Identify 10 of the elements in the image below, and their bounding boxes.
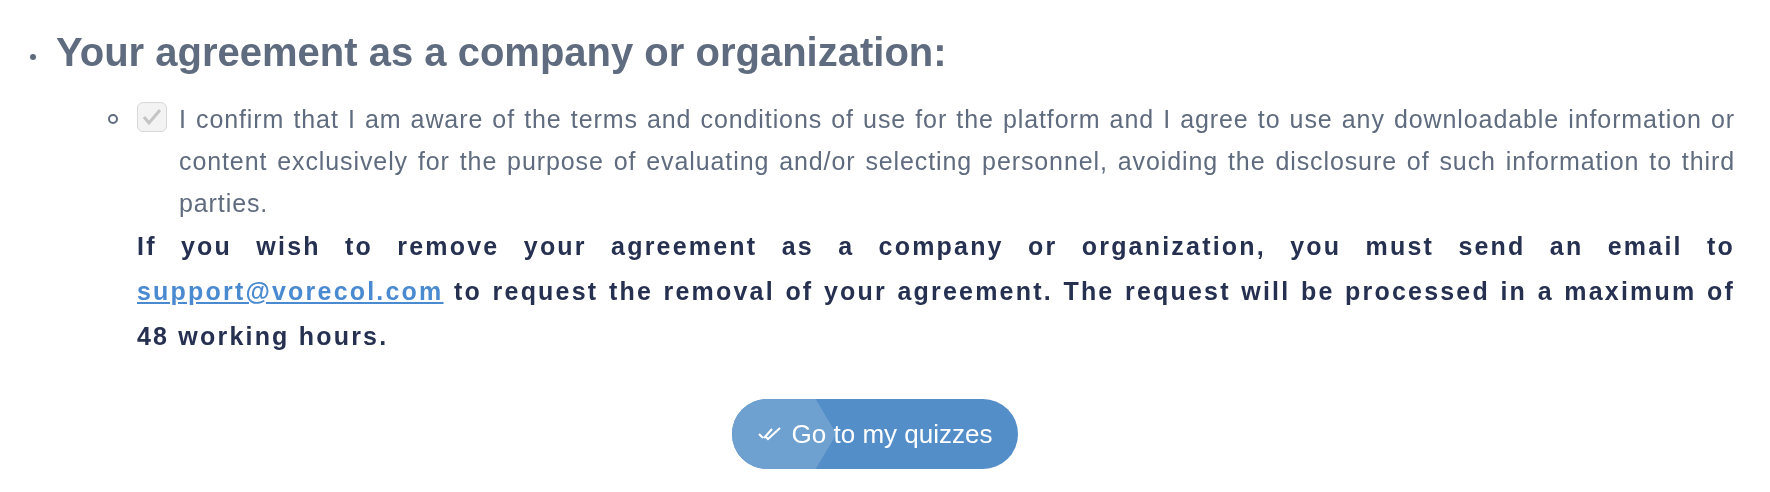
double-check-icon [757,426,782,442]
quizzes-button[interactable]: Go to my quizzes [731,399,1019,469]
section-heading: Your agreement as a company or organization: [56,29,947,76]
checkbox[interactable] [137,102,167,132]
list-bullet [108,114,118,124]
email-link[interactable]: support@vorecol.com [137,277,444,305]
agreement-text: I confirm that I am aware of the terms and conditions of use for the platform and I agree to use any downloadable information or content exclusively for the purpose of evaluating and/or selecting personnel, avoiding the disclosure of such information to third parties. [179,104,1735,219]
notice-text: If you wish to remove your agreement as a company or organization, you must send an email to support@vorecol.com to request the removal of your agreement. The request will be processed in a maximum of 48 working hours. [137,231,1735,352]
list-bullet [30,54,36,60]
check-icon [142,108,162,126]
